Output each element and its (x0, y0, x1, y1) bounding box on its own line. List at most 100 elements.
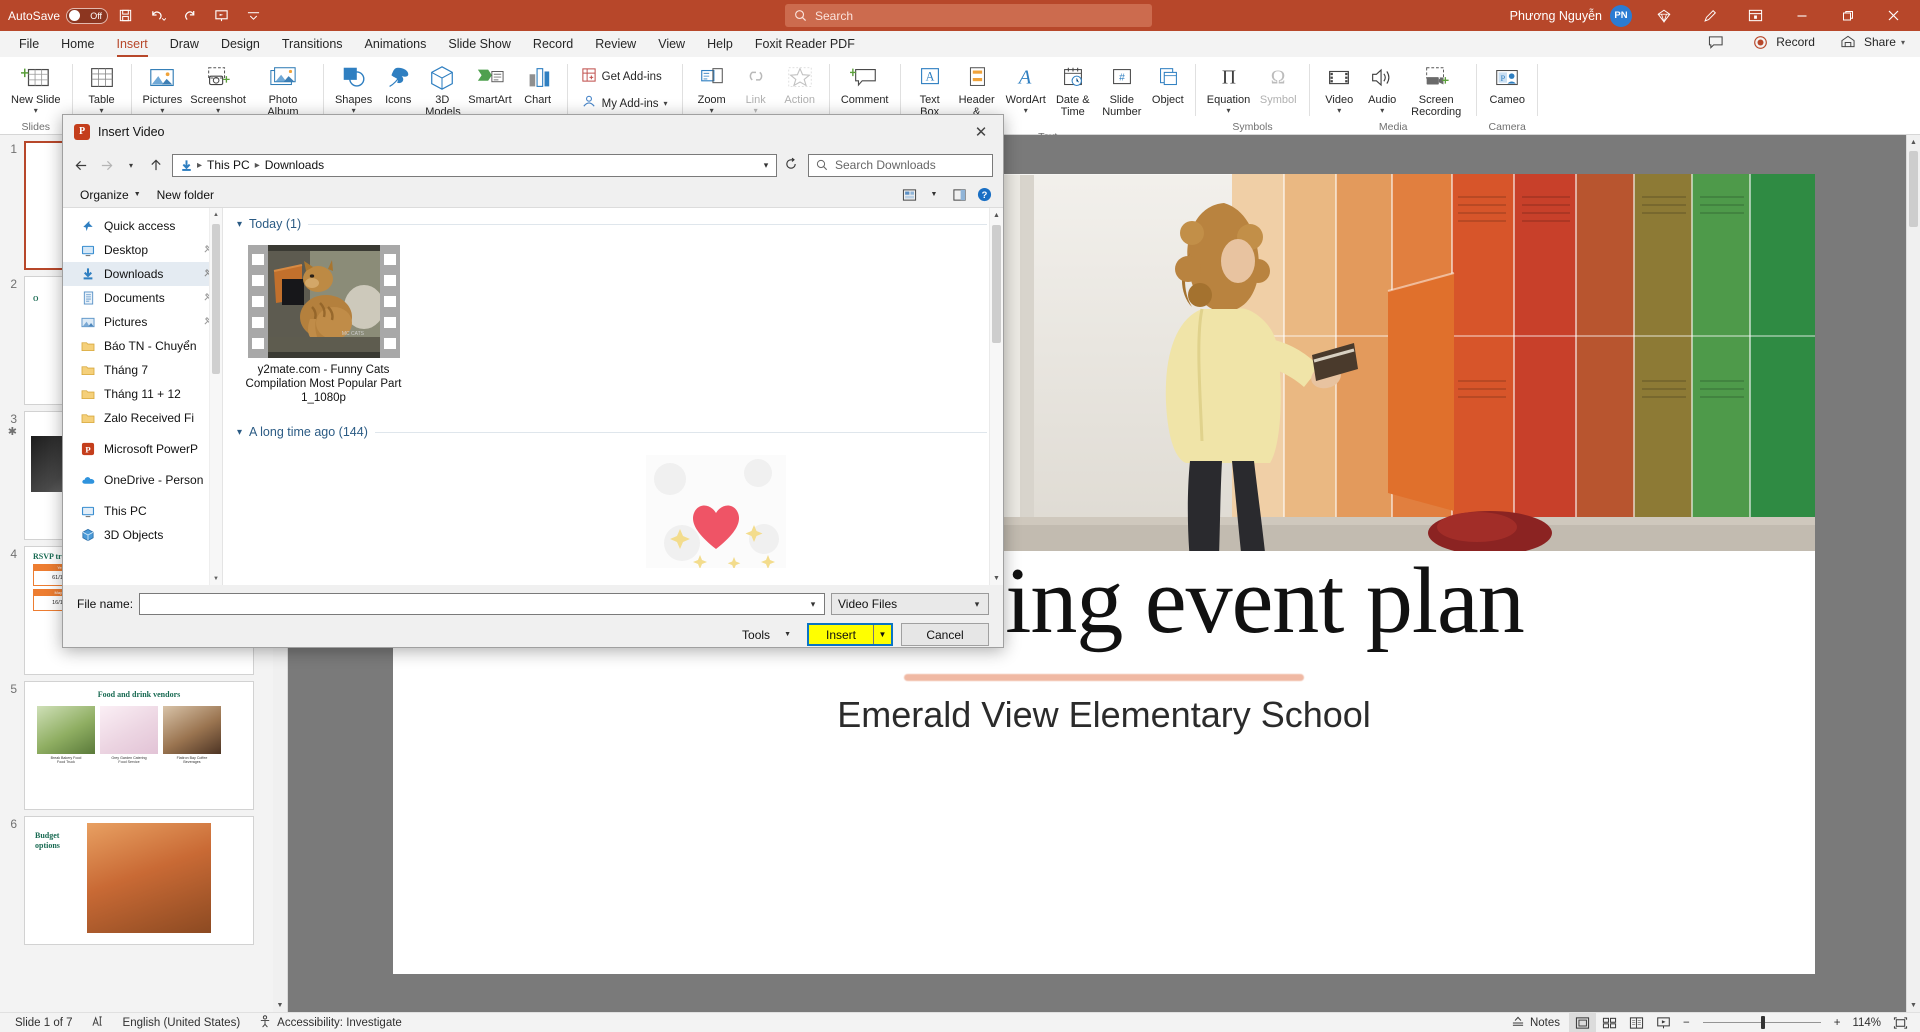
video-chevron-down-icon[interactable]: ▾ (1337, 106, 1341, 115)
search-input[interactable]: Search (785, 4, 1152, 27)
tab-draw[interactable]: Draw (159, 31, 210, 57)
zoom-level[interactable]: 114% (1846, 1013, 1887, 1032)
insert-button[interactable]: Insert (809, 625, 873, 644)
minimize-button[interactable] (1779, 0, 1824, 31)
insert-video-dialog[interactable]: P Insert Video ✕ ▾ ▸ This PC ▸ Downloads… (62, 114, 1004, 648)
notes-button[interactable]: Notes (1502, 1013, 1569, 1032)
cancel-button[interactable]: Cancel (901, 623, 989, 646)
tab-foxit-reader-pdf[interactable]: Foxit Reader PDF (744, 31, 866, 57)
nav-scroll-up-arrow-icon[interactable]: ▲ (210, 208, 222, 221)
back-button[interactable] (69, 153, 93, 177)
nav-item-microsoft-powerpoint[interactable]: P Microsoft PowerP (63, 437, 222, 461)
file-tile[interactable] (633, 451, 798, 572)
restore-button[interactable] (1825, 0, 1870, 31)
up-one-level-button[interactable] (144, 153, 168, 177)
screenshot-button[interactable]: Screenshot ▾ (186, 60, 250, 115)
nav-scroll-down-arrow-icon[interactable]: ▼ (210, 572, 222, 585)
nav-item-bao-tn-chuyen[interactable]: Báo TN - Chuyển (63, 334, 222, 358)
dialog-navigation-pane[interactable]: Quick access Desktop Downloads (63, 208, 223, 585)
file-list-scrollbar[interactable]: ▲ ▼ (989, 208, 1003, 585)
recent-locations-chevron-down-icon[interactable]: ▾ (119, 153, 143, 177)
nav-item-3d-objects[interactable]: 3D Objects (63, 523, 222, 547)
reading-view-button[interactable] (1623, 1013, 1650, 1032)
tools-button[interactable]: Tools ▼ (734, 624, 799, 646)
comment-button[interactable]: Comment (837, 60, 893, 106)
get-addins-button[interactable]: Get Add-ins (575, 63, 668, 90)
tab-file[interactable]: File (8, 31, 50, 57)
wordart-button[interactable]: A WordArt ▾ (1002, 60, 1050, 115)
file-scroll-down-arrow-icon[interactable]: ▼ (990, 571, 1003, 585)
chevron-down-icon[interactable]: ▾ (237, 427, 242, 438)
zoom-out-button[interactable]: − (1677, 1013, 1696, 1032)
refresh-button[interactable] (778, 154, 803, 177)
slide-indicator[interactable]: Slide 1 of 7 (6, 1013, 82, 1032)
nav-item-thang-11-12[interactable]: Tháng 11 + 12 (63, 382, 222, 406)
nav-item-this-pc[interactable]: This PC (63, 499, 222, 523)
table-button[interactable]: Table ▾ (80, 60, 124, 115)
file-type-select[interactable]: Video Files ▾ (831, 593, 989, 615)
organize-chevron-down-icon[interactable]: ▼ (134, 191, 141, 198)
nav-item-desktop[interactable]: Desktop (63, 238, 222, 262)
slide-thumbnail-5[interactable]: Food and drink vendors Break Bakery Food… (24, 681, 254, 810)
file-scrollbar-thumb[interactable] (992, 225, 1001, 343)
view-layout-icon[interactable] (898, 185, 920, 205)
equation-chevron-down-icon[interactable]: ▾ (1227, 106, 1231, 115)
pictures-button[interactable]: Pictures ▾ (139, 60, 187, 115)
smartart-button[interactable]: SmartArt (464, 60, 515, 106)
shapes-button[interactable]: Shapes ▾ (331, 60, 376, 115)
comments-button[interactable] (1696, 29, 1736, 55)
tab-transitions[interactable]: Transitions (271, 31, 354, 57)
normal-view-button[interactable] (1569, 1013, 1596, 1032)
zoom-slider-handle[interactable] (1761, 1016, 1765, 1029)
thumbnail-row[interactable]: 5 Food and drink vendors Break Bakery Fo… (0, 675, 287, 810)
slide-sorter-button[interactable] (1596, 1013, 1623, 1032)
ribbon-display-options-icon[interactable] (1733, 0, 1778, 31)
zoom-slider[interactable] (1703, 1013, 1821, 1032)
date-time-button[interactable]: Date & Time (1050, 60, 1096, 118)
preview-pane-icon[interactable] (948, 185, 970, 205)
object-button[interactable]: Object (1148, 60, 1188, 106)
my-addins-button[interactable]: My Add-ins ▾ (575, 90, 674, 117)
language-indicator[interactable]: English (United States) (114, 1013, 250, 1032)
organize-button[interactable]: Organize ▼ (73, 185, 148, 205)
fit-to-window-button[interactable] (1887, 1013, 1914, 1032)
address-bar[interactable]: ▸ This PC ▸ Downloads ▾ (172, 154, 777, 177)
share-button[interactable]: Share ▾ (1828, 29, 1914, 55)
canvas-scroll-down-arrow-icon[interactable]: ▼ (1907, 998, 1920, 1012)
video-button[interactable]: Video ▾ (1317, 60, 1361, 115)
slide-show-button[interactable] (1650, 1013, 1677, 1032)
avatar[interactable]: PN (1610, 5, 1632, 27)
tab-animations[interactable]: Animations (354, 31, 438, 57)
file-group-header-today[interactable]: ▾ Today (1) (223, 208, 1003, 233)
save-icon[interactable] (110, 3, 140, 29)
file-name-chevron-down-icon[interactable]: ▾ (804, 599, 822, 610)
customize-qat-icon[interactable] (238, 3, 268, 29)
file-group-header-a-long-time-ago[interactable]: ▾ A long time ago (144) (223, 409, 1003, 441)
spell-check-button[interactable] (82, 1013, 114, 1032)
nav-item-thang-7[interactable]: Tháng 7 (63, 358, 222, 382)
tab-review[interactable]: Review (584, 31, 647, 57)
autosave-toggle[interactable]: Off (66, 8, 108, 24)
forward-button[interactable] (94, 153, 118, 177)
file-type-chevron-down-icon[interactable]: ▾ (968, 599, 986, 610)
breadcrumb-this-pc[interactable]: This PC (204, 158, 253, 172)
insert-split-button[interactable]: Insert ▼ (807, 623, 893, 646)
tab-help[interactable]: Help (696, 31, 744, 57)
heart-image-thumbnail[interactable] (646, 455, 786, 568)
insert-options-chevron-down-icon[interactable]: ▼ (874, 625, 891, 644)
wordart-chevron-down-icon[interactable]: ▾ (1024, 106, 1028, 115)
my-addins-chevron-down-icon[interactable]: ▾ (664, 99, 668, 108)
file-scroll-up-arrow-icon[interactable]: ▲ (990, 208, 1003, 222)
close-button[interactable] (1871, 0, 1916, 31)
diamond-icon[interactable] (1641, 0, 1686, 31)
nav-item-downloads[interactable]: Downloads (63, 262, 222, 286)
undo-icon[interactable] (142, 3, 172, 29)
tools-chevron-down-icon[interactable]: ▼ (784, 631, 791, 638)
canvas-vertical-scrollbar[interactable]: ▲ ▼ (1906, 135, 1920, 1012)
record-button[interactable]: Record (1740, 29, 1824, 55)
redo-icon[interactable] (174, 3, 204, 29)
nav-item-documents[interactable]: Documents (63, 286, 222, 310)
new-folder-button[interactable]: New folder (150, 185, 221, 205)
canvas-scrollbar-thumb[interactable] (1909, 151, 1918, 227)
zoom-button[interactable]: Zoom ▾ (690, 60, 734, 115)
